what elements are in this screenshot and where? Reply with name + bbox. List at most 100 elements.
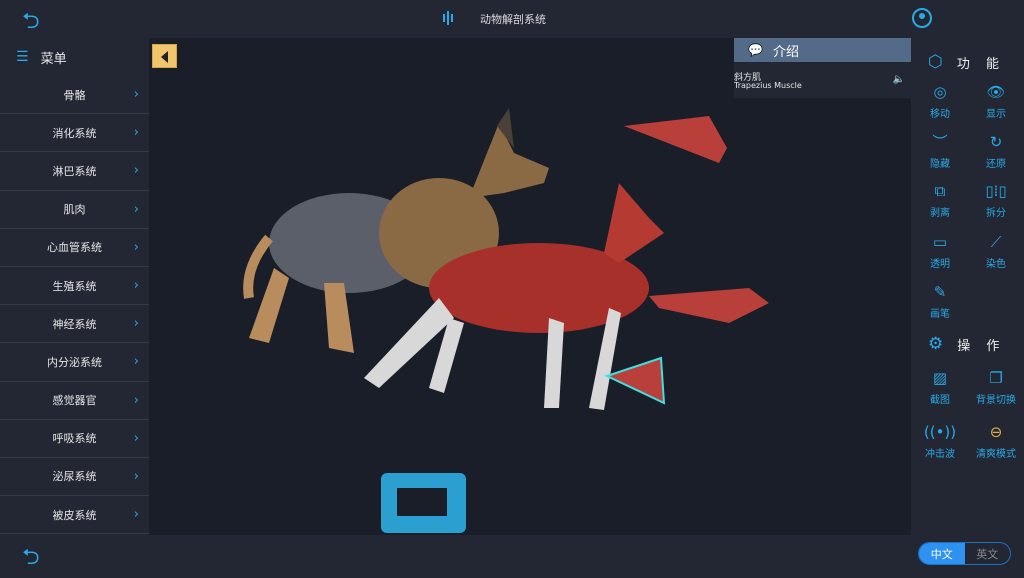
dropper-icon: ⟋ bbox=[990, 233, 1002, 251]
menu-title: 菜单 bbox=[40, 51, 67, 67]
operation-button[interactable]: ❐ 背景切换 bbox=[968, 368, 1024, 406]
operations-title: 操 作 bbox=[957, 338, 1006, 354]
chat-icon: 💬 bbox=[748, 43, 763, 57]
tool-label: 隐藏 bbox=[930, 159, 950, 170]
sidebar-item[interactable]: 淋巴系统 › bbox=[0, 152, 149, 191]
sidebar-item[interactable]: 呼吸系统 › bbox=[0, 420, 149, 458]
intro-header: 💬 介绍 bbox=[734, 38, 911, 62]
operations-header: ⚙ 操 作 bbox=[912, 326, 1024, 362]
sidebar-item-label: 淋巴系统 bbox=[52, 164, 97, 178]
chevron-right-icon: › bbox=[133, 354, 139, 370]
sidebar-item-label: 感觉器官 bbox=[52, 394, 97, 408]
operation-label: 背景切换 bbox=[976, 395, 1016, 406]
tool-label: 还原 bbox=[986, 159, 1006, 170]
sidebar-item-label: 骨骼 bbox=[63, 88, 86, 102]
user-icon[interactable] bbox=[912, 8, 932, 28]
sidebar-item[interactable]: 消化系统 › bbox=[0, 114, 149, 153]
chevron-right-icon: › bbox=[133, 507, 139, 523]
sidebar-item[interactable]: 生殖系统 › bbox=[0, 267, 149, 306]
dog-model[interactable] bbox=[149, 38, 911, 535]
watermark-logo bbox=[381, 473, 466, 533]
list-icon: ☰ bbox=[16, 49, 29, 65]
tool-button[interactable]: ▯⁞▯ 拆分 bbox=[968, 181, 1024, 219]
sidebar-item[interactable]: 骨骼 › bbox=[0, 76, 149, 115]
back-arrow-icon[interactable]: ⮌ bbox=[22, 540, 40, 578]
tool-button[interactable]: ◎ 移动 bbox=[912, 82, 968, 120]
detach-icon: ⧉ bbox=[934, 182, 946, 200]
sidebar-item-label: 生殖系统 bbox=[52, 279, 97, 293]
operation-label: 冲击波 bbox=[925, 449, 955, 460]
muscle-part[interactable] bbox=[649, 288, 769, 323]
cube-icon: ⬡ bbox=[928, 52, 943, 72]
language-toggle[interactable]: 中文 英文 bbox=[918, 542, 1011, 565]
intro-panel: 💬 介绍 斜方肌 Trapezius Muscle 🔈 bbox=[734, 38, 911, 98]
tool-button[interactable]: ︶ 隐藏 bbox=[912, 132, 968, 170]
chevron-right-icon: › bbox=[133, 87, 139, 103]
sidebar-item-label: 呼吸系统 bbox=[52, 432, 97, 446]
chevron-right-icon: › bbox=[133, 468, 139, 484]
gear-icon: ⚙ bbox=[928, 334, 944, 354]
sidebar-item[interactable]: 神经系统 › bbox=[0, 305, 149, 344]
eye-closed-icon: ︶ bbox=[932, 133, 948, 151]
muscle-part[interactable] bbox=[624, 116, 727, 163]
back-arrow-icon[interactable]: ⮌ bbox=[22, 4, 40, 42]
chevron-right-icon: › bbox=[133, 125, 139, 141]
sidebar-item-label: 泌尿系统 bbox=[52, 470, 97, 484]
copy-icon: ❐ bbox=[989, 369, 1003, 387]
operation-label: 截图 bbox=[930, 395, 950, 406]
operation-button[interactable]: ⊖ 清爽模式 bbox=[968, 422, 1024, 460]
chevron-right-icon: › bbox=[133, 316, 139, 332]
tool-button[interactable]: ✎ 画笔 bbox=[912, 282, 968, 320]
sidebar-item[interactable]: 感觉器官 › bbox=[0, 382, 149, 420]
app-logo-icon bbox=[443, 11, 453, 25]
app-title: 动物解剖系统 bbox=[480, 13, 546, 26]
lang-chinese[interactable]: 中文 bbox=[919, 543, 965, 564]
image-icon: ▨ bbox=[932, 369, 948, 387]
tool-label: 拆分 bbox=[986, 208, 1006, 219]
chevron-right-icon: › bbox=[133, 430, 139, 446]
right-panel: ⬡ 功 能 ◎ 移动 👁 显示 ︶ 隐藏 ↻ 还原 ⧉ 剥离 ▯⁞▯ 拆分 ▭ 透明 ⟋ 染色 ✎ 画笔 ⚙ 操 作 … bbox=[912, 38, 1024, 535]
tool-label: 显示 bbox=[986, 109, 1006, 120]
reset-icon: ↻ bbox=[989, 133, 1003, 151]
minus-circle-icon: ⊖ bbox=[989, 423, 1003, 441]
collapse-sidebar-button[interactable] bbox=[152, 44, 177, 68]
chevron-right-icon: › bbox=[133, 278, 139, 294]
operation-button[interactable]: ▨ 截图 bbox=[912, 368, 968, 406]
tool-button[interactable]: ↻ 还原 bbox=[968, 132, 1024, 170]
sidebar-item-label: 心血管系统 bbox=[47, 241, 102, 255]
part-name-en: Trapezius Muscle bbox=[734, 81, 802, 90]
operation-button[interactable]: ((•)) 冲击波 bbox=[912, 422, 968, 460]
sidebar-item-label: 肌肉 bbox=[63, 203, 86, 217]
tool-button[interactable]: ▭ 透明 bbox=[912, 232, 968, 270]
sidebar-item[interactable]: 内分泌系统 › bbox=[0, 343, 149, 382]
3d-viewport[interactable] bbox=[149, 38, 911, 535]
functions-header: ⬡ 功 能 bbox=[912, 44, 1024, 80]
sidebar-item[interactable]: 泌尿系统 › bbox=[0, 458, 149, 497]
sidebar-menu: ☰ 菜单 骨骼 › 消化系统 › 淋巴系统 › 肌肉 › 心血管系统 › 生殖系统 › 神经系统 › 内分泌系… bbox=[0, 38, 149, 535]
chevron-right-icon: › bbox=[133, 239, 139, 255]
sidebar-item[interactable]: 心血管系统 › bbox=[0, 229, 149, 267]
eye-icon: 👁 bbox=[986, 83, 1006, 101]
target-icon: ◎ bbox=[933, 83, 947, 101]
broadcast-icon: ((•)) bbox=[923, 423, 957, 441]
sidebar-item-label: 神经系统 bbox=[52, 317, 97, 331]
speaker-icon[interactable]: 🔈 bbox=[893, 74, 905, 85]
lang-english[interactable]: 英文 bbox=[965, 543, 1011, 564]
tool-label: 移动 bbox=[930, 109, 950, 120]
sidebar-item[interactable]: 被皮系统 › bbox=[0, 496, 149, 535]
sidebar-item-label: 消化系统 bbox=[52, 126, 97, 140]
sidebar-item-label: 内分泌系统 bbox=[47, 355, 102, 369]
trapezius-muscle-highlighted[interactable] bbox=[604, 356, 666, 405]
tool-label: 染色 bbox=[986, 259, 1006, 270]
tool-label: 透明 bbox=[930, 259, 950, 270]
tool-button[interactable]: 👁 显示 bbox=[968, 82, 1024, 120]
tool-button[interactable]: ⟋ 染色 bbox=[968, 232, 1024, 270]
menu-header: ☰ 菜单 bbox=[0, 38, 149, 76]
chevron-right-icon: › bbox=[133, 392, 139, 408]
tool-label: 剥离 bbox=[930, 208, 950, 219]
pen-icon: ✎ bbox=[933, 283, 947, 301]
sidebar-item[interactable]: 肌肉 › bbox=[0, 191, 149, 229]
tool-button[interactable]: ⧉ 剥离 bbox=[912, 181, 968, 219]
functions-title: 功 能 bbox=[956, 56, 1005, 72]
sidebar-item-label: 被皮系统 bbox=[52, 508, 97, 522]
